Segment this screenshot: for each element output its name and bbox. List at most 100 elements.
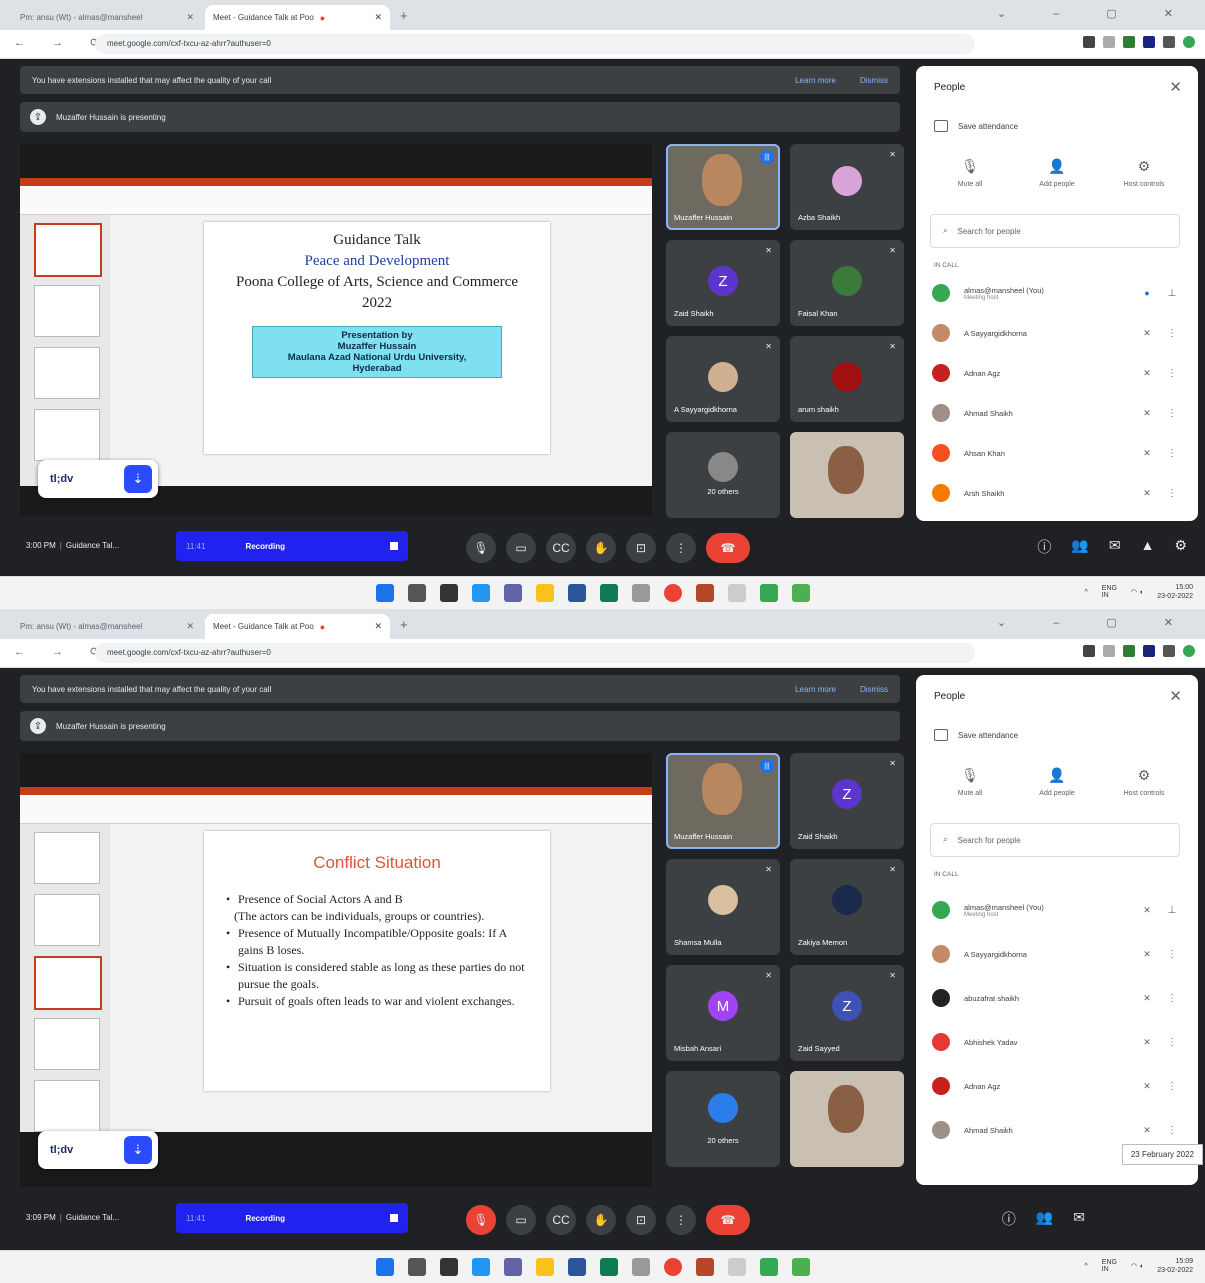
slide-thumbnail[interactable] (34, 409, 100, 461)
info-icon[interactable]: ⓘ (1002, 1209, 1016, 1229)
close-icon[interactable]: ✕ (374, 12, 382, 23)
more-options-icon[interactable]: ⋮ (1162, 1081, 1182, 1092)
browser-tab-meet[interactable]: Meet - Guidance Talk at Poo ● ✕ (205, 614, 390, 639)
app-icon[interactable] (728, 1258, 746, 1276)
window-controls[interactable]: ⌄ – ▢ ✕ (997, 616, 1195, 629)
more-options-icon[interactable]: ⋮ (1162, 408, 1182, 419)
people-search-input[interactable]: ⌕ Search for people (930, 823, 1180, 857)
info-icon[interactable]: ⓘ (1037, 537, 1051, 557)
new-tab-icon[interactable]: + (400, 8, 408, 23)
slide-thumbnail[interactable] (34, 956, 102, 1010)
leave-call-button[interactable]: ☎ (706, 533, 750, 563)
others-tile[interactable]: 20 others (666, 432, 780, 518)
people-icon[interactable]: 👥 (1071, 537, 1088, 557)
learn-more-link[interactable]: Learn more (795, 685, 836, 694)
extension-icon[interactable] (1163, 36, 1175, 48)
participant-tile[interactable]: ✕ Z Zaid Shaikh (666, 240, 780, 326)
slide-thumbnail[interactable] (34, 832, 100, 884)
mic-off-icon[interactable]: ✕ (1132, 408, 1162, 419)
slide-thumbnail[interactable] (34, 285, 100, 337)
add-people-button[interactable]: 👤 Add people (1017, 767, 1097, 797)
list-item[interactable]: Ahmad Shaikh ✕ ⋮ (932, 400, 1182, 426)
extension-icon[interactable] (1143, 36, 1155, 48)
raise-hand-button[interactable]: ✋ (586, 1205, 616, 1235)
wifi-icon[interactable]: ◠ ◖ (1131, 1262, 1143, 1270)
extension-icon[interactable] (1103, 645, 1115, 657)
participant-tile[interactable]: ✕ Faisal Khan (790, 240, 904, 326)
pin-icon[interactable]: ⊥ (1162, 288, 1182, 299)
list-item[interactable]: Ahmad Shaikh ✕ ⋮ (932, 1117, 1182, 1143)
slide-thumbnail[interactable] (34, 347, 100, 399)
activities-icon[interactable]: ▲ (1141, 537, 1155, 557)
stop-recording-button[interactable] (390, 1214, 398, 1222)
settings-icon[interactable]: ⚙ (1174, 537, 1187, 557)
profile-avatar[interactable] (1183, 645, 1195, 657)
people-icon[interactable]: 👥 (1036, 1209, 1053, 1229)
mic-off-icon[interactable]: ✕ (1132, 1037, 1162, 1048)
start-icon[interactable] (376, 584, 394, 602)
app-icon[interactable] (632, 1258, 650, 1276)
mic-off-icon[interactable]: ✕ (1132, 993, 1162, 1004)
camera-button[interactable]: ▭ (506, 1205, 536, 1235)
list-item[interactable]: A Sayyargidkhorna ✕ ⋮ (932, 941, 1182, 967)
save-attendance-button[interactable]: Save attendance (934, 729, 1018, 741)
mute-all-button[interactable]: 🎙 Mute all (930, 158, 1010, 188)
url-field[interactable]: meet.google.com/cxf-txcu-az-ahrr?authuse… (95, 34, 975, 54)
mute-all-button[interactable]: 🎙 Mute all (930, 767, 1010, 797)
mic-button[interactable]: 🎙 (466, 533, 496, 563)
slide-thumbnail[interactable] (34, 894, 100, 946)
store-icon[interactable] (600, 1258, 618, 1276)
extension-icon[interactable] (1103, 36, 1115, 48)
new-tab-icon[interactable]: + (400, 617, 408, 632)
mic-off-icon[interactable]: ✕ (1132, 368, 1162, 379)
more-options-icon[interactable]: ⋮ (1162, 1037, 1182, 1048)
wifi-icon[interactable]: ◠ ◖ (1131, 588, 1143, 596)
tray-chevron-icon[interactable]: ^ (1084, 1263, 1087, 1270)
save-attendance-button[interactable]: Save attendance (934, 120, 1018, 132)
participant-tile[interactable]: ✕ Azba Shaikh (790, 144, 904, 230)
tray-chevron-icon[interactable]: ^ (1084, 589, 1087, 596)
raise-hand-button[interactable]: ✋ (586, 533, 616, 563)
more-options-icon[interactable]: ⋮ (1162, 949, 1182, 960)
chat-icon[interactable]: ✉ (1109, 537, 1121, 557)
list-item[interactable]: Abhishek Yadav ✕ ⋮ (932, 1029, 1182, 1055)
more-options-icon[interactable]: ⋮ (1162, 488, 1182, 499)
list-item[interactable]: Adnan Agz ✕ ⋮ (932, 360, 1182, 386)
mic-off-icon[interactable]: ✕ (1132, 1125, 1162, 1136)
list-item[interactable]: A Sayyargidkhorna ✕ ⋮ (932, 320, 1182, 346)
learn-more-link[interactable]: Learn more (795, 76, 836, 85)
participant-tile[interactable]: ✕ Z Zaid Sayyed (790, 965, 904, 1061)
mic-off-icon[interactable]: ✕ (1132, 1081, 1162, 1092)
more-options-icon[interactable]: ⋮ (1162, 1125, 1182, 1136)
stop-recording-button[interactable] (390, 542, 398, 550)
participant-tile[interactable]: ||| Muzaffer Hussain (666, 144, 780, 230)
mic-off-icon[interactable]: ✕ (1132, 488, 1162, 499)
add-people-button[interactable]: 👤 Add people (1017, 158, 1097, 188)
powerpoint-icon[interactable] (696, 584, 714, 602)
tray-clock[interactable]: 15:00 23-02-2022 (1157, 583, 1193, 601)
more-options-button[interactable]: ⋮ (666, 1205, 696, 1235)
mic-off-icon[interactable]: ✕ (1132, 448, 1162, 459)
task-view-icon[interactable] (440, 584, 458, 602)
participant-tile[interactable]: ✕ Zakiya Memon (790, 859, 904, 955)
mic-off-icon[interactable]: ✕ (1132, 949, 1162, 960)
more-options-icon[interactable]: ⋮ (1162, 448, 1182, 459)
close-icon[interactable]: ✕ (186, 621, 194, 632)
chat-app-icon[interactable] (504, 1258, 522, 1276)
start-icon[interactable] (376, 1258, 394, 1276)
store-icon[interactable] (600, 584, 618, 602)
pin-icon[interactable]: ⇣ (124, 465, 152, 493)
word-icon[interactable] (568, 584, 586, 602)
close-icon[interactable]: ✕ (1169, 687, 1182, 705)
captions-button[interactable]: CC (546, 1205, 576, 1235)
participant-tile[interactable]: ✕ M Misbah Ansari (666, 965, 780, 1061)
window-controls[interactable]: ⌄ – ▢ ✕ (997, 7, 1195, 20)
file-explorer-icon[interactable] (536, 1258, 554, 1276)
extension-icon[interactable] (1123, 36, 1135, 48)
search-icon[interactable] (408, 1258, 426, 1276)
dismiss-link[interactable]: Dismiss (860, 76, 888, 85)
close-icon[interactable]: ✕ (374, 621, 382, 632)
present-button[interactable]: ⊡ (626, 533, 656, 563)
app-icon[interactable] (728, 584, 746, 602)
word-icon[interactable] (568, 1258, 586, 1276)
